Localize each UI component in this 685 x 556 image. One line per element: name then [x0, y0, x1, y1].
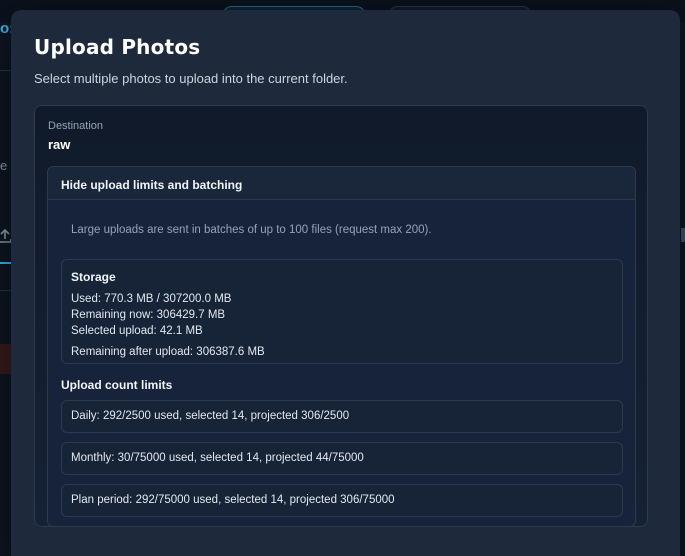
background-text-fragment: e [0, 158, 8, 173]
storage-selected: Selected upload: 42.1 MB [71, 325, 203, 337]
modal-subtitle: Select multiple photos to upload into th… [34, 71, 348, 86]
destination-value: raw [48, 137, 71, 152]
upload-count-title: Upload count limits [61, 378, 173, 392]
storage-remaining-after: Remaining after upload: 306387.6 MB [71, 346, 265, 358]
plan-period-limit-row: Plan period: 292/75000 used, selected 14… [61, 484, 623, 517]
storage-summary: Storage Used: 770.3 MB / 307200.0 MB Rem… [61, 259, 623, 364]
toggle-upload-limits-button[interactable]: Hide upload limits and batching [48, 167, 635, 200]
storage-remaining-now: Remaining now: 306429.7 MB [71, 309, 226, 321]
destination-panel: Destination raw Hide upload limits and b… [34, 105, 648, 527]
daily-limit-row: Daily: 292/2500 used, selected 14, proje… [61, 400, 623, 433]
storage-used: Used: 770.3 MB / 307200.0 MB [71, 293, 232, 305]
destination-label: Destination [48, 120, 104, 132]
monthly-limit-row: Monthly: 30/75000 used, selected 14, pro… [61, 442, 623, 475]
modal-title: Upload Photos [34, 35, 201, 59]
background-scrollbar[interactable] [681, 228, 685, 242]
batch-note: Large uploads are sent in batches of up … [71, 224, 432, 236]
upload-photos-modal: Upload Photos Select multiple photos to … [11, 10, 680, 556]
storage-title: Storage [71, 270, 116, 284]
upload-limits-panel: Hide upload limits and batching Large up… [47, 166, 636, 527]
